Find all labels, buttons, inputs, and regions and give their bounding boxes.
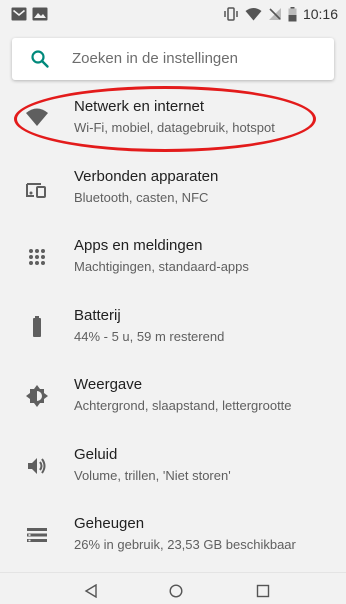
image-icon	[32, 7, 48, 21]
gmail-icon	[11, 7, 27, 21]
setting-title: Verbonden apparaten	[74, 167, 219, 185]
setting-title: Apps en meldingen	[74, 237, 203, 254]
search-icon	[30, 49, 50, 69]
home-icon[interactable]	[169, 584, 183, 598]
setting-sound[interactable]: Geluid Volume, trillen, 'Niet storen'	[0, 434, 346, 504]
apps-grid-icon	[25, 245, 49, 269]
settings-list: Netwerk en internet Wi-Fi, mobiel, datag…	[0, 86, 346, 573]
navigation-bar	[0, 572, 346, 604]
setting-display[interactable]: Weergave Achtergrond, slaapstand, letter…	[0, 364, 346, 434]
setting-subtitle: Achtergrond, slaapstand, lettergrootte	[74, 398, 292, 413]
setting-title: Netwerk en internet	[74, 98, 205, 115]
battery-icon	[25, 315, 49, 339]
setting-title: Weergave	[74, 376, 143, 393]
setting-subtitle: 44% - 5 u, 59 m resterend	[74, 328, 225, 344]
setting-battery[interactable]: Batterij 44% - 5 u, 59 m resterend	[0, 295, 346, 365]
brightness-icon	[25, 384, 49, 408]
setting-title: Geheugen	[74, 515, 145, 532]
recents-icon[interactable]	[256, 584, 270, 598]
vibrate-icon	[223, 7, 239, 21]
setting-connected-devices[interactable]: Verbonden apparaten Bluetooth, casten, N…	[0, 156, 346, 226]
storage-icon	[25, 523, 49, 547]
setting-apps-notifications[interactable]: Apps en meldingen Machtigingen, standaar…	[0, 225, 346, 295]
wifi-icon	[245, 7, 262, 21]
setting-subtitle: Bluetooth, casten, NFC	[74, 189, 209, 205]
setting-subtitle: Wi-Fi, mobiel, datagebruik, hotspot	[74, 120, 275, 135]
search-bar[interactable]: Zoeken in de instellingen	[12, 38, 334, 80]
status-bar: 10:16	[0, 0, 346, 31]
clock: 10:16	[302, 6, 338, 22]
devices-icon	[25, 178, 49, 202]
setting-storage[interactable]: Geheugen 26% in gebruik, 23,53 GB beschi…	[0, 503, 346, 573]
back-icon[interactable]	[84, 584, 98, 598]
setting-title: Geluid	[74, 445, 118, 463]
battery-icon	[288, 6, 297, 22]
setting-subtitle: Machtigingen, standaard-apps	[74, 259, 249, 274]
search-placeholder: Zoeken in de instellingen	[72, 50, 238, 67]
setting-title: Batterij	[74, 306, 121, 324]
setting-subtitle: Volume, trillen, 'Niet storen'	[74, 467, 231, 483]
setting-subtitle: 26% in gebruik, 23,53 GB beschikbaar	[74, 537, 296, 552]
volume-icon	[25, 454, 49, 478]
no-signal-icon	[268, 7, 282, 21]
wifi-icon	[25, 105, 49, 129]
setting-network-internet[interactable]: Netwerk en internet Wi-Fi, mobiel, datag…	[0, 86, 346, 156]
